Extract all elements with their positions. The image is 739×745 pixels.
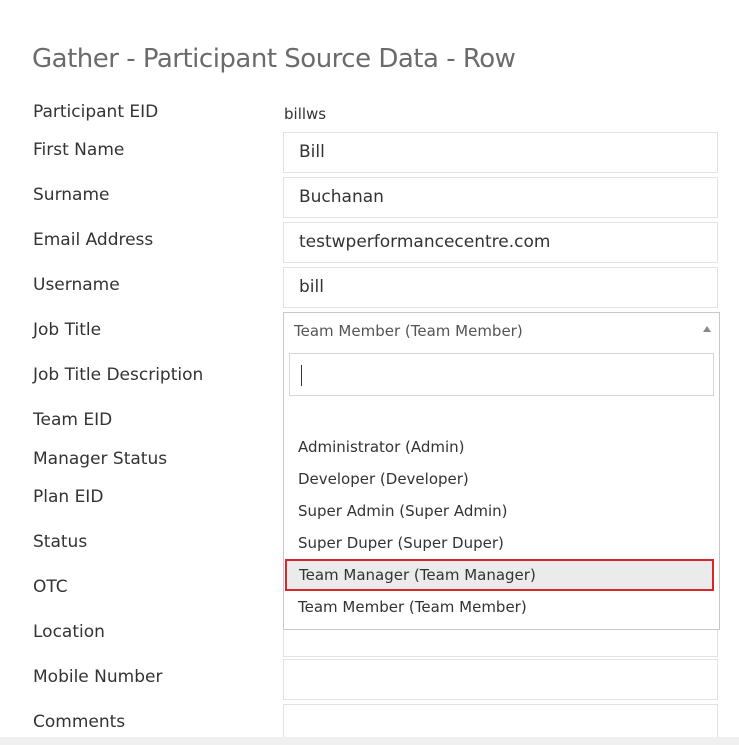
surname-input[interactable]: Buchanan <box>283 177 718 218</box>
label-team-eid: Team EID <box>33 410 113 430</box>
label-location: Location <box>33 622 105 642</box>
dropdown-option-highlighted[interactable]: Team Manager (Team Manager) <box>285 559 714 591</box>
dropdown-option[interactable]: Administrator (Admin) <box>284 431 719 463</box>
label-comments: Comments <box>33 712 126 732</box>
dropdown-options-list: Administrator (Admin) Developer (Develop… <box>284 431 719 623</box>
dropdown-option[interactable]: Team Member (Team Member) <box>284 591 719 623</box>
email-address-input[interactable]: testwperformancecentre.com <box>283 222 718 263</box>
job-title-selected-value[interactable]: Team Member (Team Member) <box>294 322 523 340</box>
label-surname: Surname <box>33 185 110 205</box>
label-status: Status <box>33 532 88 552</box>
username-input[interactable]: bill <box>283 267 718 308</box>
chevron-up-icon[interactable] <box>703 326 711 332</box>
label-mobile-number: Mobile Number <box>33 667 163 687</box>
horizontal-scrollbar[interactable] <box>0 737 739 745</box>
label-username: Username <box>33 275 120 295</box>
dropdown-search-input[interactable] <box>289 353 714 396</box>
label-job-title: Job Title <box>33 320 102 340</box>
label-otc: OTC <box>33 577 68 597</box>
mobile-number-input[interactable] <box>283 659 718 700</box>
dropdown-option[interactable]: Developer (Developer) <box>284 463 719 495</box>
page-title: Gather - Participant Source Data - Row <box>32 44 516 74</box>
participant-eid-value: billws <box>284 105 327 123</box>
label-plan-eid: Plan EID <box>33 487 104 507</box>
first-name-input[interactable]: Bill <box>283 132 718 173</box>
label-manager-status: Manager Status <box>33 449 168 469</box>
label-job-title-description: Job Title Description <box>33 365 204 385</box>
label-participant-eid: Participant EID <box>33 102 159 122</box>
dropdown-option[interactable]: Super Duper (Super Duper) <box>284 527 719 559</box>
dropdown-option[interactable]: Super Admin (Super Admin) <box>284 495 719 527</box>
label-email-address: Email Address <box>33 230 154 250</box>
text-caret <box>301 365 302 386</box>
label-first-name: First Name <box>33 140 125 160</box>
job-title-dropdown[interactable]: Team Member (Team Member) Administrator … <box>283 312 720 630</box>
